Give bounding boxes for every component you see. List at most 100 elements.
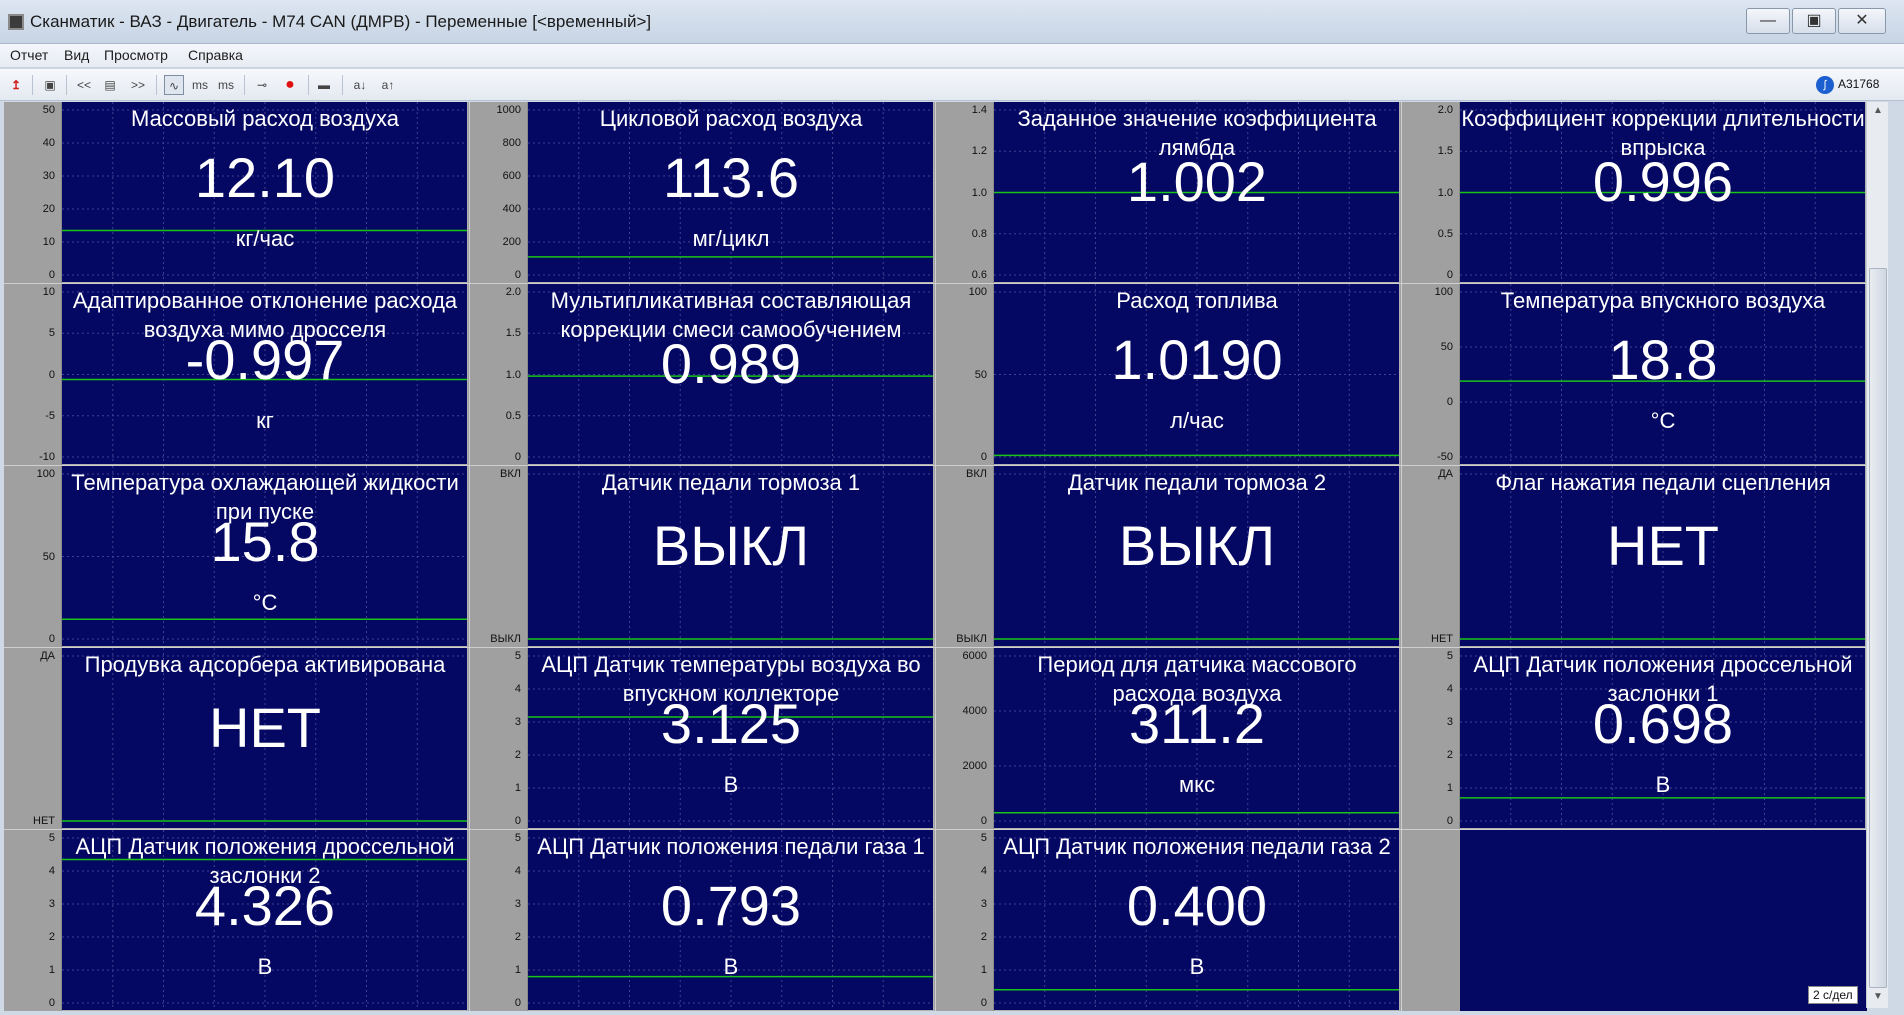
axis-tick-label: 600 [502, 170, 521, 182]
axis-tick-label: 400 [502, 203, 521, 215]
gauge-tile[interactable]: 50 40 30 20 10 0 Массовый расход воздуха 12.10 к… [4, 102, 469, 283]
font-down-icon[interactable]: a↓ [350, 75, 370, 95]
gauge-tile[interactable]: 5 4 3 2 1 0 АЦП Датчик положения педали газа 1… [470, 830, 935, 1011]
gauge-value: -0.997 [185, 328, 345, 391]
gauge-title: Температура впускного воздуха [1500, 288, 1826, 313]
minimize-button[interactable]: — [1746, 8, 1790, 34]
gauge-plot: Цикловой расход воздуха 113.6 мг/цикл [528, 102, 934, 283]
vertical-scrollbar[interactable]: ▲ ▼ [1866, 102, 1888, 1008]
font-up-icon[interactable]: a↑ [378, 75, 398, 95]
axis-tick-label: ВКЛ [966, 468, 987, 480]
wave-icon[interactable]: ∿ [164, 75, 184, 95]
connect-icon[interactable]: ⊸ [252, 75, 272, 95]
scroll-thumb[interactable] [1869, 268, 1887, 988]
time-scale-label: 2 с/дел [1808, 986, 1858, 1004]
scroll-down-arrow-icon[interactable]: ▼ [1867, 988, 1889, 1006]
gauge-tile[interactable]: ВКЛ ВЫКЛ Датчик педали тормоза 2 ВЫКЛ [936, 466, 1401, 647]
gauge-plot: Адаптированное отклонение расхода воздух… [62, 284, 468, 465]
gauge-value: 0.793 [660, 874, 802, 937]
axis-tick-label: 5 [514, 832, 521, 844]
ms-down-icon[interactable]: ms [190, 75, 210, 95]
axis-tick-label: ВКЛ [500, 468, 521, 480]
scroll-up-arrow-icon[interactable]: ▲ [1867, 102, 1889, 120]
gauge-plot: АЦП Датчик положения педали газа 1 0.793 В [528, 830, 934, 1011]
gauge-tile[interactable]: 5 4 3 2 1 0 АЦП Датчик положения педали газа 2… [936, 830, 1401, 1011]
gauge-tile[interactable]: 100 50 0 -50 Температура впускного воздуха 18… [1402, 284, 1867, 465]
menu-browse[interactable]: Просмотр [104, 47, 168, 63]
gauge-plot: Датчик педали тормоза 2 ВЫКЛ [994, 466, 1400, 647]
gauge-plot: АЦП Датчик положения дроссельной заслонк… [62, 830, 468, 1011]
axis-tick-label: 0 [1446, 269, 1453, 281]
axis-tick-label: 0 [48, 269, 55, 281]
menu-bar: Отчет Вид Просмотр Справка [0, 44, 1904, 68]
gauge-tile[interactable]: 1000 800 600 400 200 0 Цикловой расход воздуха… [470, 102, 935, 283]
gauge-unit: л/час [1170, 408, 1224, 433]
menu-report[interactable]: Отчет [10, 47, 48, 63]
gauge-axis: 2.0 1.5 1.0 0.5 0 [470, 284, 528, 465]
gauge-plot: Коэффициент коррекции длительности впрыс… [1460, 102, 1866, 283]
axis-tick-label: 1.0 [1437, 186, 1453, 199]
minimize-icon: — [1760, 12, 1776, 29]
axis-tick-label: 5 [48, 327, 55, 340]
gauge-axis: 5 4 3 2 1 0 [1402, 648, 1460, 829]
window-title: Сканматик - ВАЗ - Двигатель - M74 CAN (Д… [30, 12, 652, 31]
gauge-value: 4.326 [194, 874, 336, 937]
gauge-tile[interactable]: ДА НЕТ Продувка адсорбера активирована НЕТ [4, 648, 469, 829]
gauge-tile[interactable]: 2.0 1.5 1.0 0.5 0 Мультипликативная составляю… [470, 284, 935, 465]
gauge-tile[interactable]: 6000 4000 2000 0 Период для датчика массовог… [936, 648, 1401, 829]
gauge-plot: Продувка адсорбера активирована НЕТ [62, 648, 468, 829]
gauge-axis: ДА НЕТ [1402, 466, 1460, 647]
axis-tick-label: 200 [502, 236, 521, 248]
gauge-tile[interactable]: 5 4 3 2 1 0 АЦП Датчик положения дроссельной з… [4, 830, 469, 1011]
axis-tick-label: 0 [1446, 815, 1453, 827]
next-icon[interactable]: >> [128, 75, 148, 95]
gauge-title: Расход топлива [1116, 288, 1278, 313]
axis-tick-label: 2000 [962, 760, 987, 772]
gauge-tile[interactable]: 2.0 1.5 1.0 0.5 0 Коэффициент коррекции длите… [1402, 102, 1867, 283]
axis-tick-label: ВЫКЛ [490, 633, 521, 645]
report-icon[interactable]: ▣ [40, 75, 60, 95]
gauge-tile[interactable]: 5 4 3 2 1 0 АЦП Датчик температуры воздуха во … [470, 648, 935, 829]
axis-tick-label: 0 [1446, 396, 1453, 408]
gauge-tile[interactable]: 1.4 1.2 1.0 0.8 0.6 Заданное значение коэффиц… [936, 102, 1401, 283]
close-button[interactable]: ✕ [1838, 8, 1886, 34]
gauge-axis: ВКЛ ВЫКЛ [470, 466, 528, 647]
gauge-tile[interactable]: 100 50 0 Расход топлива 1.0190 л/час [936, 284, 1401, 465]
gauge-plot: АЦП Датчик температуры воздуха во впускн… [528, 648, 934, 829]
gauge-axis: 5 4 3 2 1 0 [470, 830, 528, 1011]
gauge-plot: Флаг нажатия педали сцепления НЕТ [1460, 466, 1866, 647]
gauge-tile[interactable]: 10 5 0 -5 -10 Адаптированное отклонение расхо… [4, 284, 469, 465]
upload-arrow-icon[interactable]: ↥ [6, 75, 26, 95]
menu-help[interactable]: Справка [188, 47, 243, 63]
axis-tick-label: ДА [1438, 468, 1453, 480]
gauge-value: 0.989 [660, 332, 802, 395]
gauge-tile[interactable]: 5 4 3 2 1 0 АЦП Датчик положения дроссельной з… [1402, 648, 1867, 829]
gauge-tile[interactable]: 100 50 0 Температура охлаждающей жидкости п… [4, 466, 469, 647]
axis-tick-label: 4 [48, 865, 55, 877]
gauge-plot: АЦП Датчик положения педали газа 2 0.400 В [994, 830, 1400, 1011]
record-icon[interactable]: ● [280, 75, 300, 95]
axis-tick-label: 1 [48, 964, 55, 976]
axis-tick-label: 5 [514, 650, 521, 662]
axis-tick-label: 3 [1446, 716, 1453, 728]
axis-tick-label: 0 [48, 633, 55, 645]
ms-up-icon[interactable]: ms [216, 75, 236, 95]
gauge-tile[interactable]: ДА НЕТ Флаг нажатия педали сцепления НЕТ [1402, 466, 1867, 647]
axis-tick-label: 100 [36, 468, 55, 480]
axis-tick-label: 5 [980, 832, 987, 844]
axis-tick-label: 2 [980, 931, 987, 943]
gauge-axis: 1000 800 600 400 200 0 [470, 102, 528, 283]
axis-tick-label: 20 [42, 203, 55, 215]
gauge-title: АЦП Датчик положения педали газа 2 [1003, 834, 1391, 859]
maximize-button[interactable]: ▣ [1792, 8, 1836, 34]
prev-icon[interactable]: << [74, 75, 94, 95]
menu-view[interactable]: Вид [64, 47, 89, 63]
gauge-value: НЕТ [1607, 514, 1719, 577]
axis-tick-label: 0 [980, 451, 987, 463]
gauge-tile[interactable]: ВКЛ ВЫКЛ Датчик педали тормоза 1 ВЫКЛ [470, 466, 935, 647]
axis-tick-label: ВЫКЛ [956, 633, 987, 645]
list-icon[interactable]: ▤ [100, 75, 120, 95]
save-icon[interactable]: ▬ [314, 75, 334, 95]
gauge-value: ВЫКЛ [1118, 514, 1276, 577]
empty-gauge-tile [1402, 830, 1867, 1011]
